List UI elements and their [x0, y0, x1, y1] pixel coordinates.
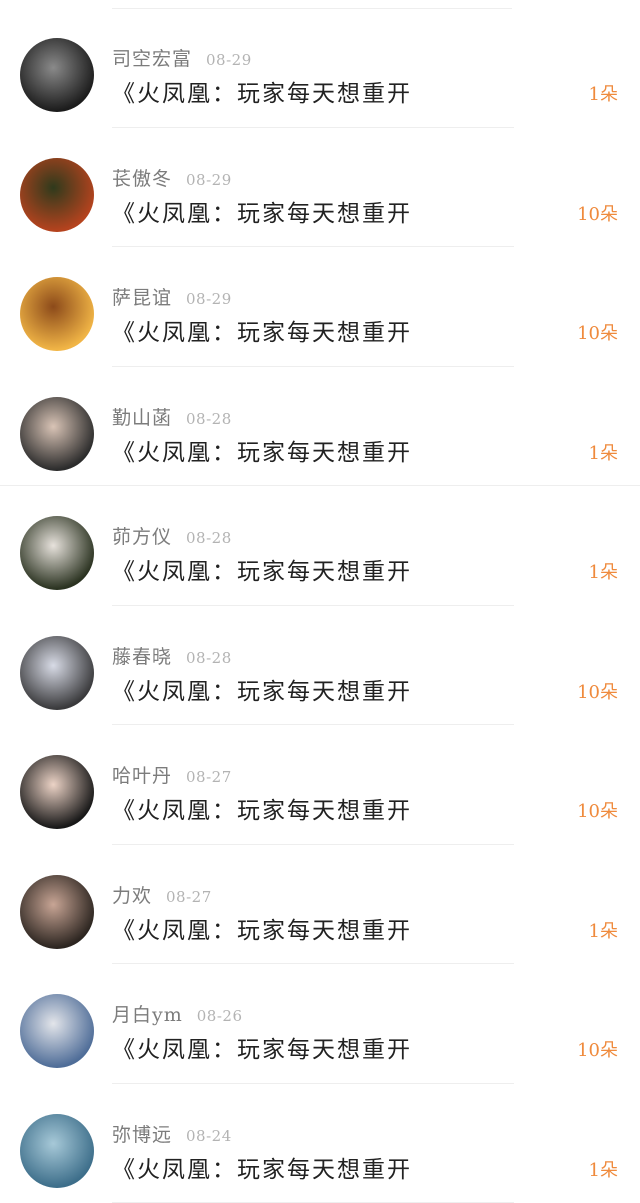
gift-count: 1朵 [589, 917, 618, 943]
gift-count: 10朵 [577, 319, 618, 345]
user-name[interactable]: 月白ym 08-26 [112, 1000, 243, 1027]
user-name-text[interactable]: 哈叶丹 [112, 765, 172, 787]
user-name-text[interactable]: 萨昆谊 [112, 287, 172, 309]
user-name-text[interactable]: 月白ym [112, 1004, 183, 1026]
gift-count: 1朵 [589, 1156, 618, 1182]
list-item[interactable]: 月白ym 08-26 《火凤凰：玩家每天想重开 10朵 [0, 964, 640, 1084]
user-name[interactable]: 勤山菡 08-28 [112, 403, 232, 430]
list-item[interactable]: 勤山菡 08-28 《火凤凰：玩家每天想重开 1朵 [0, 367, 640, 487]
post-date: 08-29 [186, 171, 232, 189]
list-item[interactable]: 弥博远 08-24 《火凤凰：玩家每天想重开 1朵 [0, 1084, 640, 1203]
gift-count: 10朵 [577, 1036, 618, 1062]
avatar-user-5[interactable] [20, 516, 94, 590]
user-name-text[interactable]: 勤山菡 [112, 407, 172, 429]
list-item[interactable]: 萨昆谊 08-29 《火凤凰：玩家每天想重开 10朵 [0, 247, 640, 367]
avatar-user-1[interactable] [20, 38, 94, 112]
gift-count: 10朵 [577, 200, 618, 226]
gift-count: 1朵 [589, 558, 618, 584]
gift-count: 10朵 [577, 678, 618, 704]
book-title[interactable]: 《火凤凰：玩家每天想重开 [112, 911, 412, 945]
post-date: 08-27 [186, 768, 232, 786]
book-title[interactable]: 《火凤凰：玩家每天想重开 [112, 791, 412, 825]
list-item[interactable]: 司空宏富 08-29 《火凤凰：玩家每天想重开 1朵 [0, 8, 640, 128]
list-item[interactable]: 苌傲冬 08-29 《火凤凰：玩家每天想重开 10朵 [0, 128, 640, 248]
gift-count: 1朵 [589, 80, 618, 106]
gift-list: 司空宏富08-29《火凤凰：玩家每天想重开1朵苌傲冬08-29《火凤凰：玩家每天… [0, 0, 640, 1202]
book-title[interactable]: 《火凤凰：玩家每天想重开 [112, 552, 412, 586]
post-date: 08-29 [186, 290, 232, 308]
post-date: 08-29 [206, 51, 252, 69]
list-item[interactable]: 哈叶丹 08-27 《火凤凰：玩家每天想重开 10朵 [0, 725, 640, 845]
user-name[interactable]: 哈叶丹 08-27 [112, 761, 232, 788]
avatar-user-2[interactable] [20, 158, 94, 232]
avatar-user-3[interactable] [20, 277, 94, 351]
list-item[interactable]: 藤春晓 08-28 《火凤凰：玩家每天想重开 10朵 [0, 606, 640, 726]
user-name-text[interactable]: 力欢 [112, 885, 152, 907]
post-date: 08-28 [186, 529, 232, 547]
user-name-text[interactable]: 藤春晓 [112, 646, 172, 668]
user-name[interactable]: 萨昆谊 08-29 [112, 283, 232, 310]
book-title[interactable]: 《火凤凰：玩家每天想重开 [112, 1030, 412, 1064]
user-name-text[interactable]: 苌傲冬 [112, 168, 172, 190]
post-date: 08-28 [186, 410, 232, 428]
user-name[interactable]: 茆方仪 08-28 [112, 522, 232, 549]
avatar-user-9[interactable] [20, 994, 94, 1068]
post-date: 08-24 [186, 1127, 232, 1145]
avatar-user-7[interactable] [20, 755, 94, 829]
user-name[interactable]: 弥博远 08-24 [112, 1120, 232, 1147]
avatar-user-8[interactable] [20, 875, 94, 949]
user-name[interactable]: 藤春晓 08-28 [112, 642, 232, 669]
post-date: 08-26 [197, 1007, 243, 1025]
book-title[interactable]: 《火凤凰：玩家每天想重开 [112, 433, 412, 467]
post-date: 08-27 [166, 888, 212, 906]
user-name[interactable]: 苌傲冬 08-29 [112, 164, 232, 191]
user-name-text[interactable]: 司空宏富 [112, 48, 192, 70]
avatar-user-4[interactable] [20, 397, 94, 471]
user-name-text[interactable]: 弥博远 [112, 1124, 172, 1146]
book-title[interactable]: 《火凤凰：玩家每天想重开 [112, 313, 412, 347]
avatar-user-10[interactable] [20, 1114, 94, 1188]
user-name-text[interactable]: 茆方仪 [112, 526, 172, 548]
book-title[interactable]: 《火凤凰：玩家每天想重开 [112, 1150, 412, 1184]
list-item[interactable]: 茆方仪 08-28 《火凤凰：玩家每天想重开 1朵 [0, 486, 640, 606]
book-title[interactable]: 《火凤凰：玩家每天想重开 [112, 74, 412, 108]
avatar-user-6[interactable] [20, 636, 94, 710]
list-item[interactable]: 力欢 08-27 《火凤凰：玩家每天想重开 1朵 [0, 845, 640, 965]
gift-count: 1朵 [589, 439, 618, 465]
book-title[interactable]: 《火凤凰：玩家每天想重开 [112, 672, 412, 706]
post-date: 08-28 [186, 649, 232, 667]
user-name[interactable]: 司空宏富 08-29 [112, 44, 252, 71]
book-title[interactable]: 《火凤凰：玩家每天想重开 [112, 194, 412, 228]
gift-count: 10朵 [577, 797, 618, 823]
user-name[interactable]: 力欢 08-27 [112, 881, 212, 908]
